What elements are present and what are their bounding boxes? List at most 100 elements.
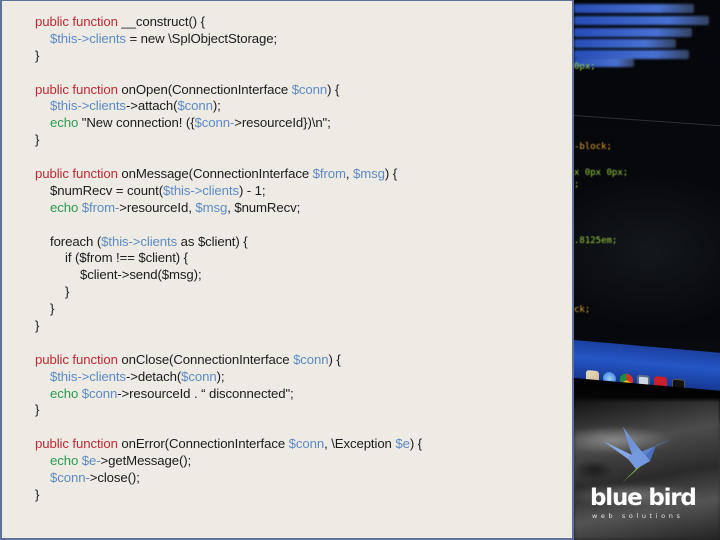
- hummingbird-icon: [603, 427, 673, 483]
- code-text: >close();: [89, 470, 140, 486]
- code-text: ) {: [327, 81, 340, 97]
- code-line: foreach ($this->clients as $client) {: [35, 234, 422, 251]
- logo-tagline: web solutions: [592, 512, 684, 520]
- code-text: }: [35, 402, 40, 418]
- code-variable: $conn-: [194, 115, 235, 131]
- code-text: }: [50, 301, 55, 317]
- code-highlight-bar: [574, 39, 676, 48]
- code-text: , $numRecv;: [227, 199, 301, 215]
- code-line: echo $e->getMessage();: [35, 453, 422, 470]
- screen-divider: [574, 115, 720, 128]
- screen-snippet: -block;: [574, 142, 612, 152]
- code-variable: $this->clients: [50, 368, 126, 384]
- code-text: $numRecv = count(: [50, 182, 164, 198]
- code-text: ,: [345, 166, 354, 182]
- code-text: ) - 1;: [238, 182, 266, 198]
- code-variable: $from-: [81, 199, 120, 215]
- code-variable: $e-: [81, 453, 101, 469]
- code-line: public function onOpen(ConnectionInterfa…: [35, 82, 422, 99]
- code-text: onClose(ConnectionInterface: [117, 351, 294, 367]
- code-text: ->detach(: [125, 368, 182, 384]
- code-line: public function onError(ConnectionInterf…: [35, 436, 422, 453]
- code-text: }: [35, 132, 40, 148]
- bluebird-logo: blue bird web solutions: [586, 425, 697, 525]
- screen-snippet: ;: [574, 180, 580, 190]
- code-variable: $e: [395, 436, 410, 452]
- code-block: public function __construct() {$this->cl…: [35, 14, 422, 504]
- code-keyword: public function: [35, 436, 118, 452]
- code-line: if ($from !== $client) {: [35, 250, 422, 267]
- code-line: $this->clients = new \SplObjectStorage;: [35, 31, 422, 48]
- code-variable: $this->clients: [101, 233, 178, 249]
- code-highlight-bar: [574, 4, 694, 13]
- code-variable: $conn: [291, 81, 328, 97]
- code-variable: $this->clients: [50, 98, 126, 114]
- code-text: }: [35, 486, 40, 502]
- code-text: , \Exception: [324, 436, 396, 452]
- code-text: foreach (: [50, 233, 102, 249]
- blurred-screen-code: 0px; -block; x 0px 0px; ; .8125em; ck;: [574, 0, 720, 380]
- code-variable: $conn: [293, 351, 329, 367]
- code-text: ) {: [328, 351, 341, 367]
- code-text: = new \SplObjectStorage;: [125, 30, 278, 46]
- code-text: );: [212, 98, 221, 114]
- code-line: $conn->close();: [35, 470, 422, 487]
- code-keyword: public function: [35, 14, 118, 29]
- code-keyword: public function: [35, 81, 118, 97]
- code-keyword: public function: [35, 351, 118, 367]
- code-line: }: [35, 402, 422, 419]
- code-line: public function onMessage(ConnectionInte…: [35, 166, 422, 183]
- code-text: as $client) {: [177, 233, 248, 249]
- code-text: __construct() {: [117, 14, 205, 29]
- screen-snippet: ck;: [574, 305, 591, 315]
- code-variable: $this->clients: [163, 182, 239, 198]
- logo-name: blue bird: [590, 485, 697, 511]
- code-text: onOpen(ConnectionInterface: [117, 81, 292, 97]
- code-text: ->attach(: [125, 98, 178, 114]
- code-line: echo $conn->resourceId . “ disconnected"…: [35, 386, 422, 403]
- code-line: $numRecv = count($this->clients) - 1;: [35, 183, 422, 200]
- code-line: }: [35, 487, 422, 504]
- code-variable: $conn: [181, 368, 217, 384]
- code-panel: public function __construct() {$this->cl…: [0, 0, 574, 540]
- code-text: ) {: [384, 166, 398, 182]
- code-line: }: [35, 284, 422, 301]
- code-line: $client->send($msg);: [35, 267, 422, 284]
- code-line: }: [35, 132, 422, 149]
- code-text: );: [216, 368, 225, 384]
- code-line: $this->clients->detach($conn);: [35, 369, 422, 386]
- code-text: "New connection! ({: [78, 115, 195, 131]
- code-text: >getMessage();: [100, 453, 192, 469]
- code-variable: $conn: [177, 98, 213, 114]
- code-text: >resourceId})\n";: [234, 115, 331, 131]
- code-echo: echo: [50, 199, 79, 215]
- code-variable: $msg: [195, 199, 228, 215]
- code-text: onMessage(ConnectionInterface: [117, 166, 313, 182]
- code-line: echo $from->resourceId, $msg, $numRecv;: [35, 200, 422, 217]
- code-line: }: [35, 48, 422, 65]
- code-echo: echo: [50, 453, 79, 469]
- code-variable: $this->clients: [50, 30, 126, 46]
- code-variable: $from: [312, 166, 346, 182]
- code-line: echo "New connection! ({$conn->resourceI…: [35, 115, 422, 132]
- code-keyword: public function: [35, 166, 118, 182]
- code-text: if ($from !== $client) {: [65, 250, 188, 266]
- code-line: }: [35, 301, 422, 318]
- code-line: $this->clients->attach($conn);: [35, 98, 422, 115]
- code-variable: $conn-: [50, 470, 90, 486]
- code-text: onError(ConnectionInterface: [117, 436, 289, 452]
- code-highlight-bar: [574, 16, 709, 25]
- code-text: >resourceId,: [119, 199, 196, 215]
- code-text: ) {: [409, 436, 422, 452]
- code-line: public function __construct() {: [35, 14, 422, 31]
- code-line: }: [35, 318, 422, 335]
- code-echo: echo: [50, 385, 79, 401]
- code-echo: echo: [50, 115, 79, 131]
- code-line: public function onClose(ConnectionInterf…: [35, 352, 422, 369]
- code-text: $client->send($msg);: [80, 267, 202, 283]
- code-text: }: [35, 47, 40, 63]
- screen-snippet: x 0px 0px;: [574, 168, 629, 178]
